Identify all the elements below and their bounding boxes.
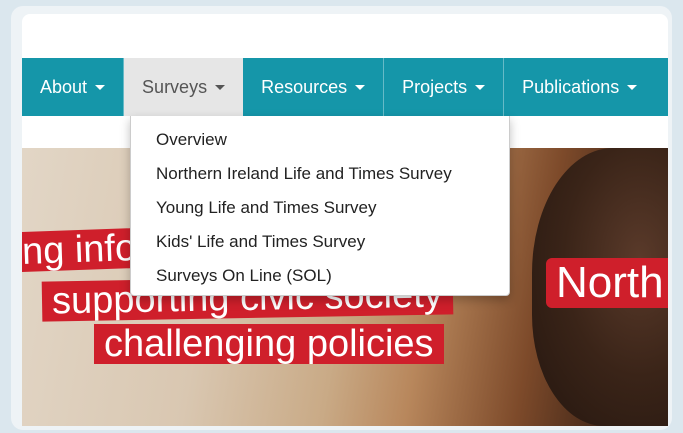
- caret-down-icon: [215, 84, 226, 90]
- nav-item-projects[interactable]: Projects: [384, 58, 505, 116]
- nav-item-label: Projects: [402, 76, 468, 97]
- hero-tagline-3: challenging policies: [94, 324, 444, 364]
- nav-item-surveys[interactable]: Surveys: [124, 58, 244, 116]
- hero-tagline-1: ng info: [22, 227, 147, 273]
- nav-item-publications[interactable]: Publications: [504, 58, 655, 116]
- caret-down-icon: [95, 84, 106, 90]
- menu-item-klt-survey[interactable]: Kids' Life and Times Survey: [131, 225, 509, 259]
- nav-item-label: Resources: [261, 76, 348, 97]
- nav-item-label: Surveys: [142, 76, 208, 97]
- menu-item-ylt-survey[interactable]: Young Life and Times Survey: [131, 191, 509, 225]
- nav-item-resources[interactable]: Resources: [243, 58, 385, 116]
- caret-down-icon: [355, 84, 366, 90]
- hero-tagline-right: North: [546, 258, 668, 308]
- nav-item-label: About: [40, 76, 88, 97]
- menu-item-nilt-survey[interactable]: Northern Ireland Life and Times Survey: [131, 157, 509, 191]
- menu-item-overview[interactable]: Overview: [131, 123, 509, 157]
- caret-down-icon: [475, 84, 486, 90]
- surveys-dropdown-menu: Overview Northern Ireland Life and Times…: [130, 116, 510, 296]
- web-page: About Surveys Resources Projects Publica…: [22, 14, 668, 426]
- nav-item-about[interactable]: About: [22, 58, 125, 116]
- main-nav: About Surveys Resources Projects Publica…: [22, 58, 668, 116]
- menu-item-sol[interactable]: Surveys On Line (SOL): [131, 259, 509, 293]
- caret-down-icon: [627, 84, 638, 90]
- nav-item-label: Publications: [522, 76, 620, 97]
